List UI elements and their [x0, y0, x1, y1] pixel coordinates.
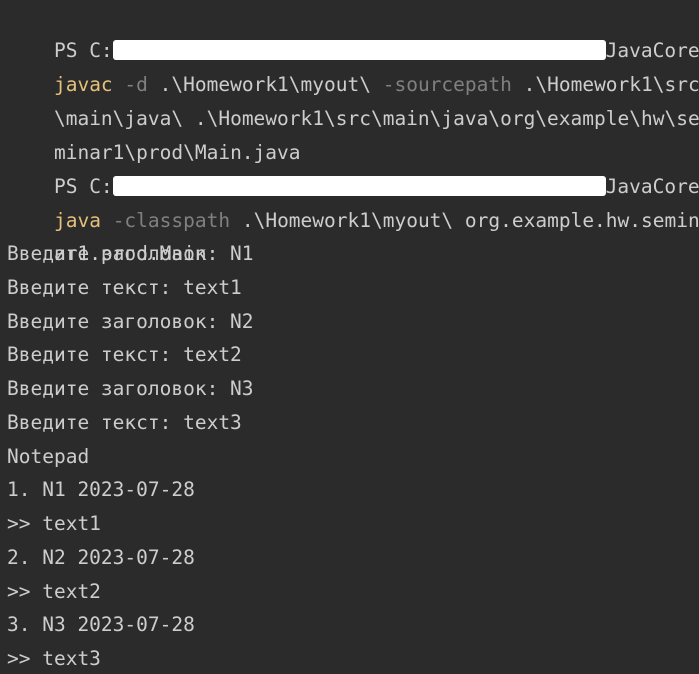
output-line: >> text2	[7, 580, 101, 603]
output-line: >> text1	[7, 512, 101, 535]
command-line-2: java -classpath .\Homework1\myout\ org.e…	[7, 170, 699, 232]
output-line: Введите текст: text2	[7, 343, 242, 366]
output-line: Введите текст: text1	[7, 276, 242, 299]
output-line: 3. N3 2023-07-28	[7, 613, 195, 636]
command-line-1-wrap-2: minar1\prod\Main.java	[7, 102, 301, 164]
prompt-line-2: PS C:JavaCore>	[7, 136, 699, 198]
output-line: Введите текст: text3	[7, 411, 242, 434]
command-argument: org.example.hw.semin	[464, 209, 699, 232]
command-argument: .\Homework1\myout\	[241, 209, 454, 232]
command-line-2-wrap-1: ar1.prod.Main	[7, 203, 207, 265]
output-line: Notepad	[7, 445, 90, 468]
output-line: 2. N2 2023-07-28	[7, 546, 195, 569]
output-line: >> text3	[7, 647, 101, 670]
output-line: Введите заголовок: N3	[7, 377, 254, 400]
command-line-1-wrap-1: \main\java\ .\Homework1\src\main\java\or…	[7, 68, 699, 130]
output-line: Введите заголовок: N1	[7, 242, 254, 265]
prompt-line-1: PS C:JavaCore>	[7, 0, 699, 62]
terminal-window[interactable]: PS C:JavaCore> javac -d .\Homework1\myou…	[0, 0, 699, 674]
output-line: Введите заголовок: N2	[7, 310, 254, 333]
command-line-1: javac -d .\Homework1\myout\ -sourcepath …	[7, 34, 699, 96]
output-line: 1. N1 2023-07-28	[7, 478, 195, 501]
